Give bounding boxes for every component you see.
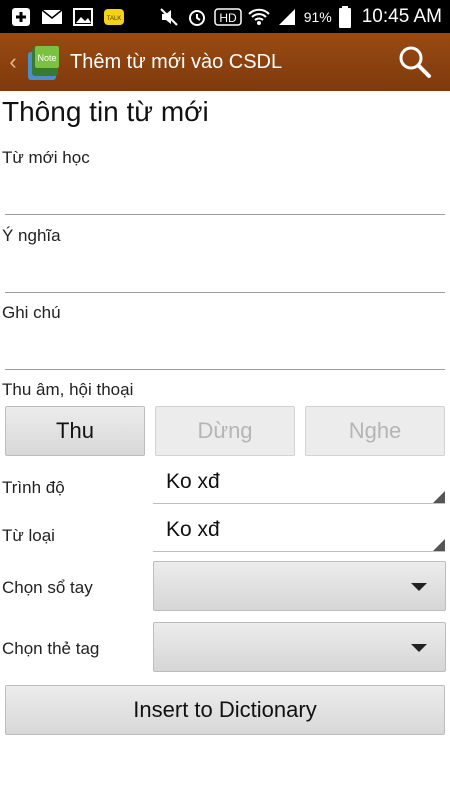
level-spinner[interactable]: Ko xđ (153, 464, 445, 504)
page-title: Thêm từ mới vào CSDL (70, 50, 283, 73)
wifi-icon (247, 7, 270, 27)
word-label: Từ mới học (2, 148, 90, 167)
notebook-label: Chọn sổ tay (2, 578, 93, 597)
record-label: Thu âm, hội thoại (2, 380, 134, 399)
battery-percent: 91% (303, 8, 332, 25)
action-bar: ‹ Note Thêm từ mới vào CSDL (0, 33, 450, 91)
chevron-down-icon (411, 644, 427, 652)
notebook-select[interactable] (153, 561, 446, 611)
app-logo-icon[interactable]: Note (24, 42, 62, 82)
tag-label: Chọn thẻ tag (2, 639, 100, 658)
svg-text:TALK: TALK (107, 16, 122, 22)
mail-icon (41, 7, 63, 27)
mute-icon (158, 7, 180, 27)
svg-text:HD: HD (219, 11, 237, 25)
insert-button[interactable]: Insert to Dictionary (5, 685, 445, 735)
record-button[interactable]: Thu (5, 406, 145, 456)
plus-icon (10, 7, 32, 27)
alarm-icon (186, 7, 208, 27)
wordtype-label: Từ loại (2, 526, 55, 545)
level-label: Trình độ (2, 478, 65, 497)
word-input[interactable] (5, 181, 445, 215)
wordtype-spinner[interactable]: Ko xđ (153, 512, 445, 552)
talk-icon: TALK (103, 7, 125, 27)
dropdown-corner-icon (433, 491, 445, 503)
search-icon[interactable] (398, 45, 432, 79)
meaning-label: Ý nghĩa (2, 226, 61, 245)
status-bar: TALK HD 91% 10:45 AM (0, 0, 450, 33)
hd-icon: HD (213, 7, 242, 27)
signal-icon (276, 7, 298, 27)
level-value: Ko xđ (166, 470, 220, 493)
dropdown-corner-icon (433, 539, 445, 551)
note-label: Ghi chú (2, 303, 61, 322)
play-button[interactable]: Nghe (305, 406, 445, 456)
chevron-down-icon (411, 583, 427, 591)
back-chevron-icon[interactable]: ‹ (4, 49, 22, 75)
tag-select[interactable] (153, 622, 446, 672)
section-title: Thông tin từ mới (2, 96, 209, 127)
clock: 10:45 AM (361, 5, 442, 27)
image-icon (72, 7, 94, 27)
stop-button[interactable]: Dừng (155, 406, 295, 456)
battery-icon (338, 5, 352, 28)
wordtype-value: Ko xđ (166, 518, 220, 541)
meaning-input[interactable] (5, 259, 445, 293)
note-input[interactable] (5, 336, 445, 370)
svg-text:Note: Note (37, 53, 56, 63)
